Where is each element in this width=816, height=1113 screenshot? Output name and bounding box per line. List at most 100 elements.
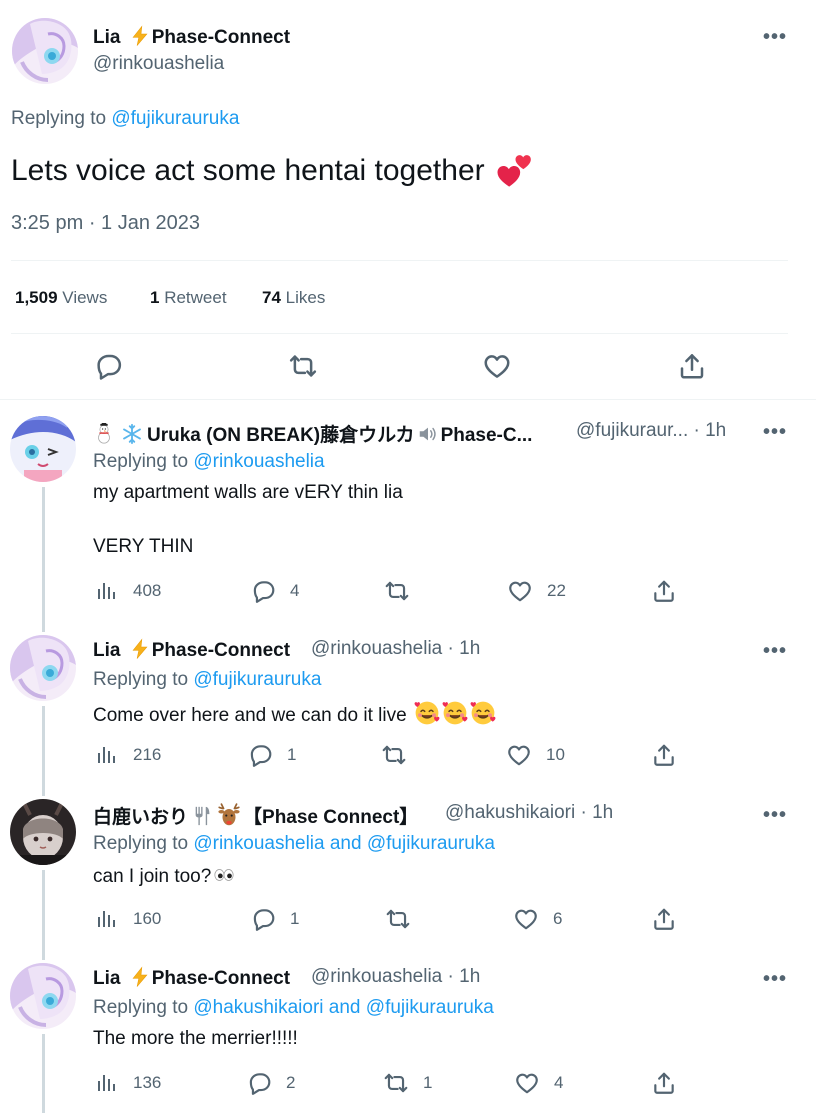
timestamp[interactable]: 3:25 pm · 1 Jan 2023 bbox=[11, 212, 200, 235]
reply-button[interactable]: 2 bbox=[246, 1070, 295, 1096]
handle-text[interactable]: @hakushikaiori bbox=[445, 802, 575, 823]
likes-label: Likes bbox=[285, 288, 326, 307]
reply-icon bbox=[93, 351, 123, 381]
author-name-text[interactable]: Lia bbox=[93, 27, 120, 48]
more-options-icon[interactable]: ••• bbox=[763, 421, 787, 444]
two-hearts-icon bbox=[495, 150, 535, 190]
like-button[interactable]: 10 bbox=[506, 742, 565, 768]
author-name[interactable]: Lia Phase-Connect bbox=[93, 638, 290, 662]
views-button[interactable]: 136 bbox=[95, 1070, 161, 1096]
author-name-suffix[interactable]: Phase-Connect bbox=[152, 968, 290, 989]
author-name[interactable]: Lia Phase-Connect bbox=[93, 966, 290, 990]
lightning-bolt-icon bbox=[129, 25, 151, 47]
share-button[interactable] bbox=[651, 906, 677, 932]
time-ago[interactable]: · 1h bbox=[580, 802, 613, 823]
replying-to-link[interactable]: @rinkouashelia and @fujikurauruka bbox=[193, 833, 495, 854]
share-button[interactable] bbox=[651, 578, 677, 604]
author-name[interactable]: Lia Phase-Connect bbox=[93, 25, 290, 49]
share-button[interactable] bbox=[651, 742, 677, 768]
avatar[interactable] bbox=[10, 799, 76, 865]
views-button[interactable]: 216 bbox=[95, 742, 161, 768]
replying-to-link[interactable]: @rinkouashelia bbox=[193, 451, 324, 472]
retweet-icon bbox=[288, 351, 318, 381]
retweet-button[interactable] bbox=[288, 351, 318, 381]
replying-to: Replying to @fujikurauruka bbox=[11, 108, 239, 130]
author-handle[interactable]: @rinkouashelia · 1h bbox=[311, 966, 480, 988]
author-name-text[interactable]: Uruka (ON BREAK)藤倉ウルカ bbox=[147, 425, 415, 446]
author-name-suffix[interactable]: 【Phase Connect】 bbox=[243, 807, 418, 828]
author-name[interactable]: Uruka (ON BREAK)藤倉ウルカ Phase-C... bbox=[93, 420, 532, 447]
author-handle[interactable]: @hakushikaiori · 1h bbox=[445, 802, 613, 824]
avatar[interactable] bbox=[10, 963, 76, 1029]
author-handle[interactable]: @fujikuraur... · 1h bbox=[576, 420, 726, 442]
more-options-icon[interactable]: ••• bbox=[763, 26, 787, 49]
retweet-button[interactable] bbox=[381, 742, 421, 768]
handle-text[interactable]: @rinkouashelia bbox=[311, 638, 442, 659]
like-count: 4 bbox=[554, 1073, 564, 1092]
like-button[interactable]: 6 bbox=[513, 906, 562, 932]
smiling-face-with-hearts-icon bbox=[470, 700, 496, 726]
reply-button[interactable] bbox=[93, 351, 123, 381]
author-name-suffix[interactable]: Phase-Connect bbox=[152, 27, 290, 48]
time-ago[interactable]: · 1h bbox=[448, 638, 481, 659]
author-name-text[interactable]: 白鹿いおり bbox=[93, 807, 188, 828]
handle-text[interactable]: @rinkouashelia bbox=[311, 966, 442, 987]
like-button[interactable]: 4 bbox=[514, 1070, 563, 1096]
author-name-suffix[interactable]: Phase-C... bbox=[441, 425, 533, 446]
reply-button[interactable]: 1 bbox=[247, 742, 296, 768]
smiling-face-with-hearts-icon bbox=[414, 700, 440, 726]
retweet-button[interactable] bbox=[384, 578, 424, 604]
divider bbox=[0, 399, 816, 400]
reply-button[interactable]: 4 bbox=[250, 578, 299, 604]
share-button[interactable] bbox=[677, 351, 707, 381]
retweet-button[interactable] bbox=[385, 906, 425, 932]
author-name-text[interactable]: Lia bbox=[93, 640, 120, 661]
tweet-text: Come over here and we can do it live bbox=[93, 700, 496, 727]
author-name-suffix[interactable]: Phase-Connect bbox=[152, 640, 290, 661]
share-icon bbox=[651, 742, 677, 768]
handle-text[interactable]: @fujikuraur... bbox=[576, 420, 688, 441]
avatar[interactable] bbox=[12, 18, 78, 84]
views-count: 216 bbox=[133, 745, 162, 764]
like-count: 22 bbox=[547, 581, 566, 600]
like-button[interactable] bbox=[482, 351, 512, 381]
more-options-icon[interactable]: ••• bbox=[763, 640, 787, 663]
time-ago[interactable]: · 1h bbox=[448, 966, 481, 987]
replying-to-link[interactable]: @hakushikaiori and @fujikurauruka bbox=[193, 997, 494, 1018]
author-name-text[interactable]: Lia bbox=[93, 968, 120, 989]
snowman-icon bbox=[93, 423, 115, 445]
replying-to: Replying to @rinkouashelia and @fujikura… bbox=[93, 833, 495, 855]
views-count: 1,509 bbox=[15, 288, 58, 307]
like-count: 10 bbox=[546, 745, 565, 764]
retweet-icon bbox=[383, 1070, 409, 1096]
author-name[interactable]: 白鹿いおり 【Phase Connect】 bbox=[93, 802, 418, 829]
stat-views[interactable]: 1,509 Views bbox=[15, 288, 107, 308]
reply-icon bbox=[250, 578, 276, 604]
replying-to-link[interactable]: @fujikurauruka bbox=[193, 669, 321, 690]
heart-icon bbox=[482, 351, 512, 381]
retweet-icon bbox=[381, 742, 407, 768]
tweet-text: Lets voice act some hentai together bbox=[11, 150, 535, 190]
author-handle[interactable]: @rinkouashelia · 1h bbox=[311, 638, 480, 660]
like-button[interactable]: 22 bbox=[507, 578, 566, 604]
views-button[interactable]: 408 bbox=[95, 578, 161, 604]
views-button[interactable]: 160 bbox=[95, 906, 161, 932]
thread-line bbox=[42, 487, 45, 632]
author-handle[interactable]: @rinkouashelia bbox=[93, 53, 224, 75]
replying-to-link[interactable]: @fujikurauruka bbox=[111, 108, 239, 129]
reply-count: 1 bbox=[287, 745, 297, 764]
more-options-icon[interactable]: ••• bbox=[763, 804, 787, 827]
stat-likes[interactable]: 74 Likes bbox=[262, 288, 325, 308]
replying-prefix: Replying to bbox=[93, 833, 189, 854]
reply-button[interactable]: 1 bbox=[250, 906, 299, 932]
views-icon bbox=[95, 578, 119, 604]
avatar[interactable] bbox=[10, 416, 76, 482]
speaker-icon bbox=[416, 423, 440, 445]
stat-retweets[interactable]: 1 Retweet bbox=[150, 288, 227, 308]
retweet-button[interactable]: 1 bbox=[383, 1070, 432, 1096]
time-ago[interactable]: · 1h bbox=[694, 420, 727, 441]
tweet-text: my apartment walls are vERY thin lia bbox=[93, 482, 403, 503]
share-button[interactable] bbox=[651, 1070, 677, 1096]
avatar[interactable] bbox=[10, 635, 76, 701]
more-options-icon[interactable]: ••• bbox=[763, 968, 787, 991]
